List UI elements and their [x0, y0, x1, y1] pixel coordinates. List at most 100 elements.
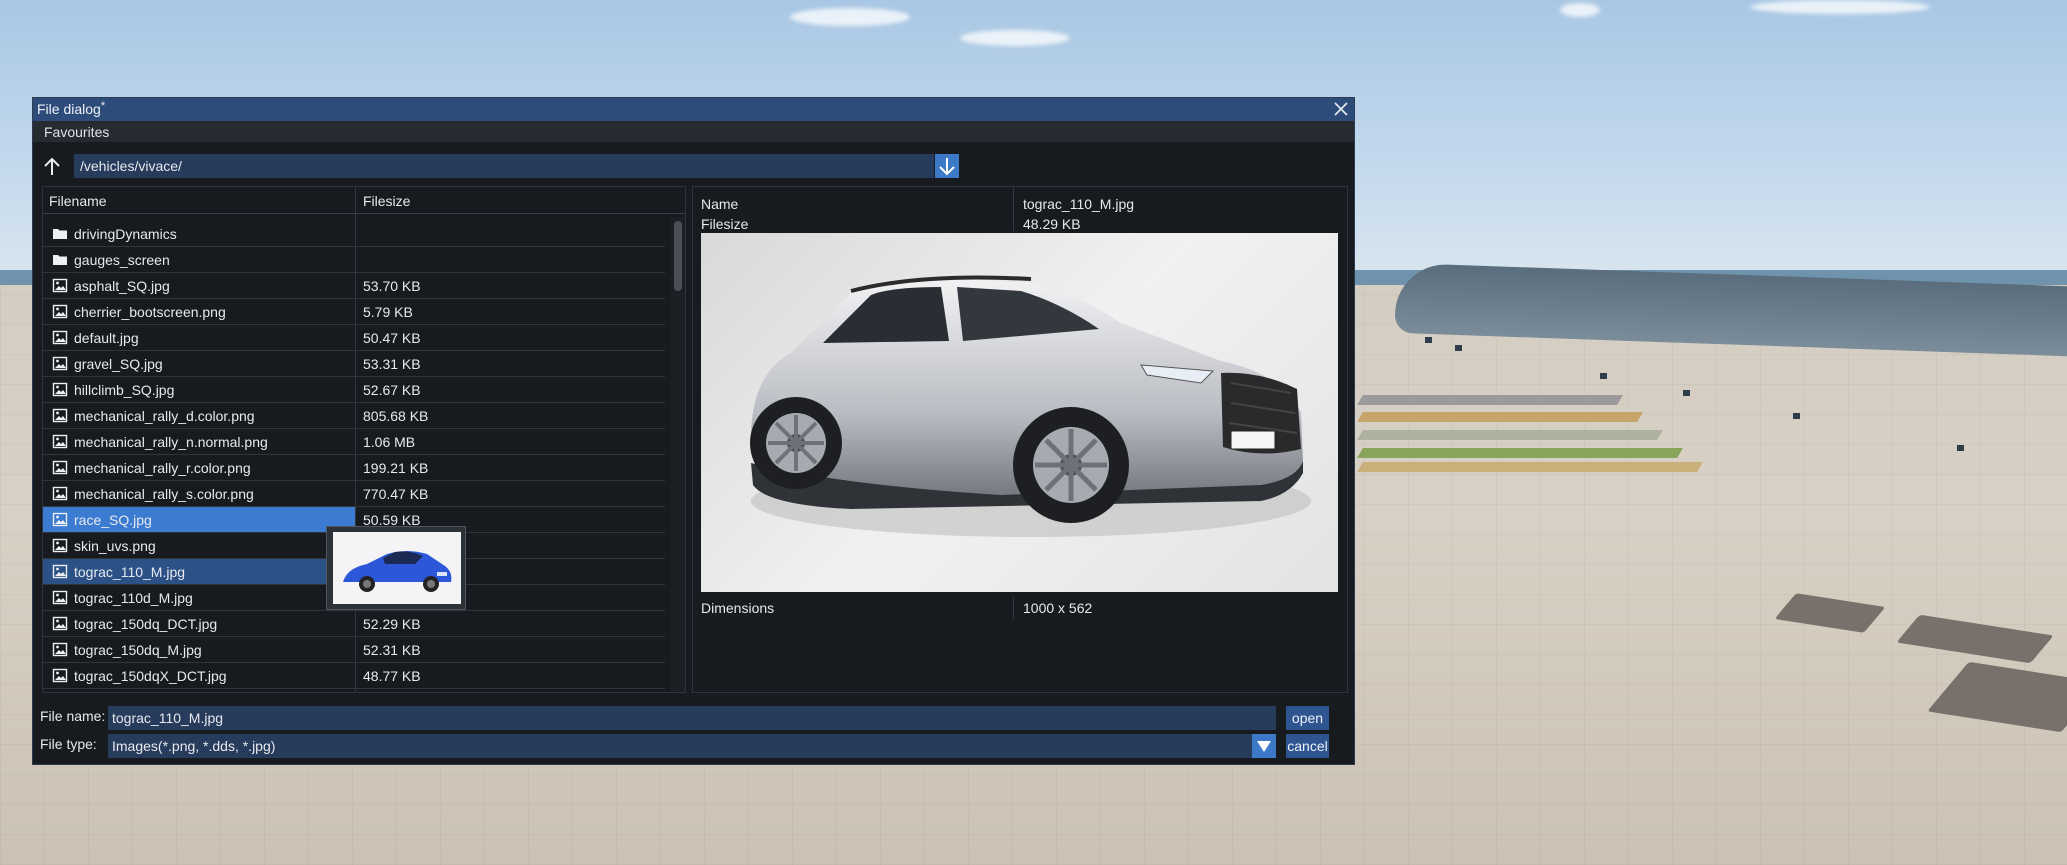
file-row[interactable]: mechanical_rally_s.color.png 770.47 KB — [43, 481, 665, 507]
file-size: 199.21 KB — [363, 460, 429, 476]
file-list: Filename Filesize drivingDynamics gauges_… — [42, 186, 686, 693]
folder-icon — [52, 226, 68, 241]
close-button[interactable] — [1331, 99, 1351, 119]
preview-dimensions-label: Dimensions — [701, 600, 775, 616]
column-filesize[interactable]: Filesize — [363, 193, 410, 209]
file-name: cherrier_bootscreen.png — [74, 304, 226, 320]
folder-icon — [53, 255, 67, 265]
file-name-cell: asphalt_SQ.jpg — [43, 273, 355, 298]
image-file-icon — [52, 590, 68, 605]
file-row[interactable]: default.jpg 50.47 KB — [43, 325, 665, 351]
file-size: 53.31 KB — [363, 356, 421, 372]
preview-name-value: tograc_110_M.jpg — [1023, 196, 1135, 212]
post — [1425, 337, 1432, 343]
path-input[interactable] — [74, 154, 934, 178]
file-size: 805.68 KB — [363, 408, 429, 424]
title-bar[interactable]: File dialog* — [33, 98, 1354, 121]
file-row[interactable]: mechanical_rally_d.color.png 805.68 KB — [43, 403, 665, 429]
file-name-cell: mechanical_rally_d.color.png — [43, 403, 355, 428]
file-row[interactable]: gauges_screen — [43, 247, 665, 273]
cloud — [1560, 3, 1600, 17]
cloud — [790, 8, 910, 26]
post — [1793, 413, 1800, 419]
file-name-cell: tograc_110_M.jpg — [43, 559, 355, 584]
folder-icon — [53, 229, 67, 239]
dialog-title: File dialog* — [37, 100, 106, 117]
image-file-icon — [52, 538, 68, 553]
post — [1957, 445, 1964, 451]
file-list-header: Filename Filesize — [43, 187, 685, 214]
blue-car-thumbnail — [333, 532, 461, 604]
file-list-scrollbar[interactable] — [671, 217, 685, 691]
thumbnail-tooltip — [326, 526, 466, 610]
file-row[interactable]: mechanical_rally_r.color.png 199.21 KB — [43, 455, 665, 481]
file-name-cell: tograc_150dqX_DCT.jpg — [43, 663, 355, 688]
post — [1683, 390, 1690, 396]
file-row[interactable]: cherrier_bootscreen.png 5.79 KB — [43, 299, 665, 325]
file-size: 5.79 KB — [363, 304, 413, 320]
file-name-cell: mechanical_rally_n.normal.png — [43, 429, 355, 454]
triangle-down-icon — [1257, 741, 1271, 752]
file-name: race_SQ.jpg — [74, 512, 152, 528]
file-name: tograc_110_M.jpg — [74, 564, 186, 580]
file-name-cell: hillclimb_SQ.jpg — [43, 377, 355, 402]
file-type-label: File type: — [40, 736, 97, 752]
file-name: gravel_SQ.jpg — [74, 356, 163, 372]
image-file-icon — [52, 460, 68, 475]
preview-filesize-label: Filesize — [701, 216, 749, 232]
image-file-icon — [52, 434, 68, 449]
file-name: tograc_150dq_M.jpg — [74, 642, 202, 658]
image-file-icon — [52, 642, 68, 657]
file-name-cell: default.jpg — [43, 325, 355, 350]
file-row[interactable]: asphalt_SQ.jpg 53.70 KB — [43, 273, 665, 299]
post — [1600, 373, 1607, 379]
track-stripe — [1357, 448, 1683, 458]
image-file-icon — [52, 590, 68, 605]
file-name-cell: gravel_SQ.jpg — [43, 351, 355, 376]
file-name: mechanical_rally_s.color.png — [74, 486, 254, 502]
dropdown-button[interactable] — [1252, 734, 1276, 758]
file-name-cell: tograc_150dq_DCT.jpg — [43, 611, 355, 636]
file-name-cell: race_SQ.jpg — [43, 507, 355, 532]
file-name-cell: mechanical_rally_s.color.png — [43, 481, 355, 506]
image-file-icon — [52, 486, 68, 501]
file-row[interactable]: drivingDynamics — [43, 221, 665, 247]
file-row[interactable]: gravel_SQ.jpg 53.31 KB — [43, 351, 665, 377]
file-size: 52.31 KB — [363, 642, 421, 658]
path-row — [33, 154, 1354, 180]
file-size: 770.47 KB — [363, 486, 429, 502]
track-stripe — [1357, 462, 1703, 472]
file-type-select[interactable]: Images(*.png, *.dds, *.jpg) — [108, 734, 1276, 758]
file-rows: drivingDynamics gauges_screen asphalt_SQ.j… — [43, 221, 665, 689]
menu-bar: Favourites — [33, 121, 1354, 142]
file-row[interactable]: tograc_150dqX_DCT.jpg 48.77 KB — [43, 663, 665, 689]
file-name: tograc_150dqX_DCT.jpg — [74, 668, 227, 684]
arrow-down-icon — [939, 158, 955, 176]
file-size: 50.47 KB — [363, 330, 421, 346]
preview-name-label: Name — [701, 196, 739, 212]
open-button[interactable]: open — [1286, 706, 1329, 730]
image-file-icon — [52, 460, 68, 475]
file-row[interactable]: tograc_150dq_DCT.jpg 52.29 KB — [43, 611, 665, 637]
scrollbar-thumb[interactable] — [674, 221, 682, 291]
file-name-input[interactable] — [108, 706, 1276, 730]
file-size: 48.77 KB — [363, 668, 421, 684]
menu-favourites[interactable]: Favourites — [44, 124, 109, 140]
image-file-icon — [52, 330, 68, 345]
image-file-icon — [52, 382, 68, 397]
navigate-button[interactable] — [935, 154, 959, 178]
preview-filesize-value: 48.29 KB — [1023, 216, 1081, 232]
close-icon — [1334, 102, 1348, 116]
file-row[interactable]: hillclimb_SQ.jpg 52.67 KB — [43, 377, 665, 403]
cancel-button[interactable]: cancel — [1286, 734, 1329, 758]
image-file-icon — [52, 512, 68, 527]
parent-directory-button[interactable] — [41, 155, 63, 179]
file-row[interactable]: mechanical_rally_n.normal.png 1.06 MB — [43, 429, 665, 455]
modified-marker: * — [100, 100, 106, 112]
file-size: 1.06 MB — [363, 434, 416, 450]
column-filename[interactable]: Filename — [49, 193, 107, 209]
image-file-icon — [52, 356, 68, 371]
image-file-icon — [52, 304, 68, 319]
image-file-icon — [52, 304, 68, 319]
file-row[interactable]: tograc_150dq_M.jpg 52.31 KB — [43, 637, 665, 663]
